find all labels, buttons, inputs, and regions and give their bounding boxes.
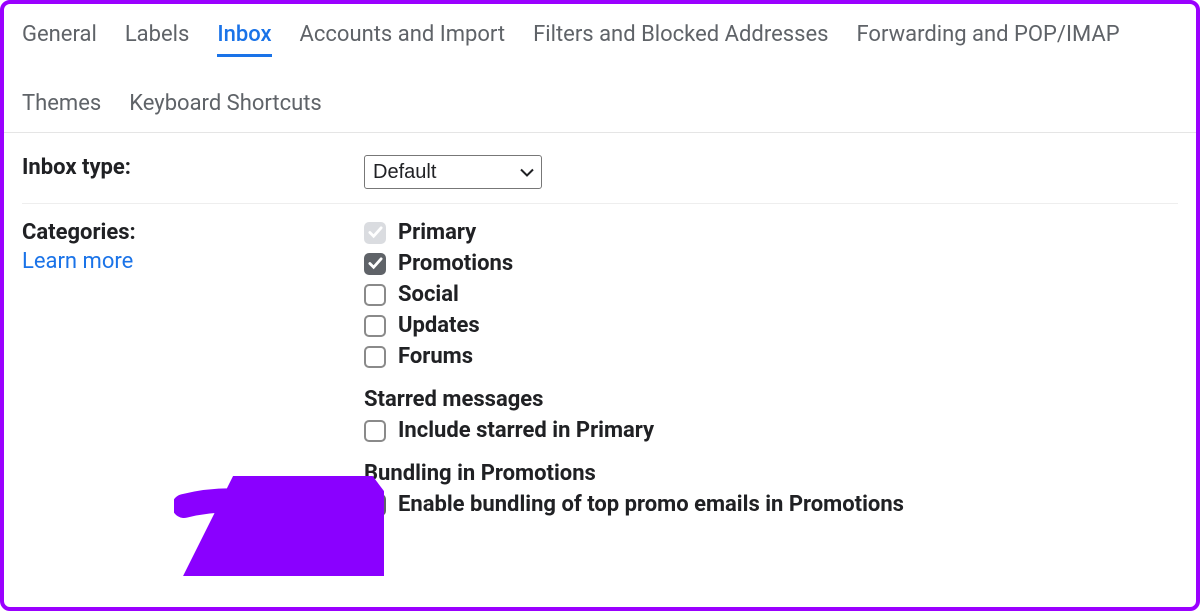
starred-include-label: Include starred in Primary: [398, 418, 654, 443]
check-icon: [368, 497, 383, 512]
category-primary-row: Primary: [364, 220, 1178, 245]
tab-shortcuts[interactable]: Keyboard Shortcuts: [129, 85, 322, 126]
bundling-heading: Bundling in Promotions: [364, 461, 1178, 486]
bundling-enable-row: Enable bundling of top promo emails in P…: [364, 492, 1178, 517]
category-forums-label: Forums: [398, 344, 473, 369]
category-updates-row: Updates: [364, 313, 1178, 338]
category-primary-label: Primary: [398, 220, 476, 245]
checkbox-primary: [364, 222, 386, 244]
check-icon: [368, 256, 383, 271]
checkbox-forums[interactable]: [364, 346, 386, 368]
category-promotions-row: Promotions: [364, 251, 1178, 276]
categories-row: Categories: Learn more Primary Promotion…: [22, 212, 1178, 531]
settings-content: Inbox type: Default Categories: Learn mo…: [4, 133, 1196, 549]
starred-include-row: Include starred in Primary: [364, 418, 1178, 443]
category-social-row: Social: [364, 282, 1178, 307]
tab-filters[interactable]: Filters and Blocked Addresses: [533, 16, 828, 57]
settings-tabs: General Labels Inbox Accounts and Import…: [4, 4, 1196, 133]
categories-label: Categories:: [22, 220, 364, 245]
checkbox-promotions[interactable]: [364, 253, 386, 275]
inbox-type-label: Inbox type:: [22, 155, 131, 180]
checkbox-updates[interactable]: [364, 315, 386, 337]
tab-inbox[interactable]: Inbox: [217, 16, 271, 57]
check-icon: [368, 225, 383, 240]
category-promotions-label: Promotions: [398, 251, 513, 276]
checkbox-social[interactable]: [364, 284, 386, 306]
starred-heading: Starred messages: [364, 387, 1178, 412]
inbox-type-row: Inbox type: Default: [22, 147, 1178, 204]
tab-themes[interactable]: Themes: [22, 85, 101, 126]
checkbox-enable-bundling[interactable]: [364, 494, 386, 516]
tab-labels[interactable]: Labels: [125, 16, 190, 57]
category-forums-row: Forums: [364, 344, 1178, 369]
bundling-enable-label: Enable bundling of top promo emails in P…: [398, 492, 904, 517]
tab-accounts[interactable]: Accounts and Import: [300, 16, 506, 57]
category-updates-label: Updates: [398, 313, 480, 338]
learn-more-link[interactable]: Learn more: [22, 249, 133, 274]
category-social-label: Social: [398, 282, 459, 307]
tab-forwarding[interactable]: Forwarding and POP/IMAP: [856, 16, 1119, 57]
inbox-type-select[interactable]: Default: [364, 155, 542, 189]
checkbox-include-starred[interactable]: [364, 420, 386, 442]
settings-frame: General Labels Inbox Accounts and Import…: [0, 0, 1200, 611]
tab-general[interactable]: General: [22, 16, 97, 57]
